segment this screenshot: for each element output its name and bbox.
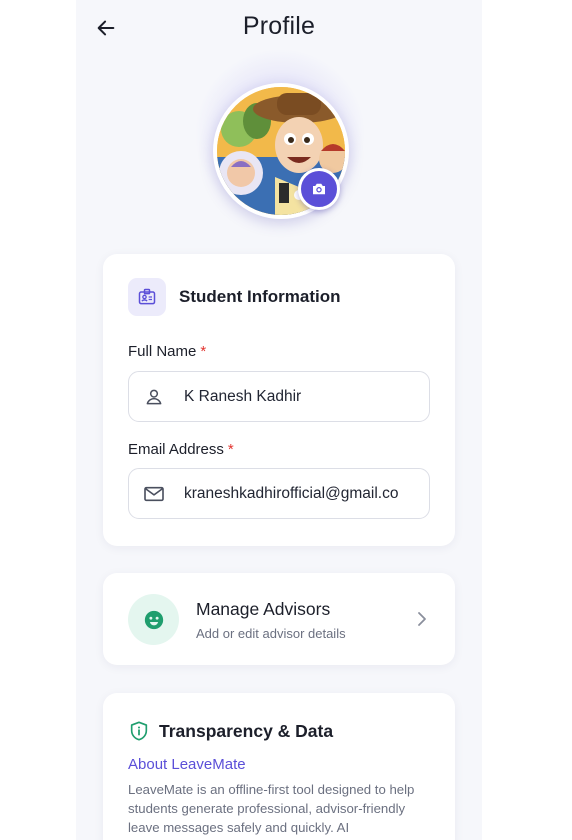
full-name-label-text: Full Name — [128, 343, 197, 360]
chevron-right-icon — [418, 612, 426, 626]
transparency-header: Transparency & Data — [128, 720, 333, 742]
student-information-title: Student Information — [179, 287, 341, 306]
manage-advisors-card[interactable]: Manage Advisors Add or edit advisor deta… — [103, 573, 455, 665]
email-label: Email Address * — [128, 441, 234, 458]
user-icon — [143, 386, 165, 408]
camera-icon — [313, 183, 325, 195]
email-value[interactable]: kraneshkadhirofficial@gmail.co — [184, 485, 398, 503]
id-badge-icon — [128, 278, 166, 316]
about-leavemate-link[interactable]: About LeaveMate — [128, 756, 246, 773]
shield-info-icon — [130, 721, 148, 741]
full-name-value[interactable]: K Ranesh Kadhir — [184, 388, 301, 406]
mail-icon — [143, 483, 165, 505]
smile-icon — [128, 594, 179, 645]
page-title: Profile — [242, 12, 316, 40]
student-information-card: Student Information Full Name * K Ranesh … — [103, 254, 455, 546]
profile-screen: Profile Student Information Full Name * … — [76, 0, 482, 840]
change-photo-button[interactable] — [298, 168, 340, 210]
full-name-label: Full Name * — [128, 343, 206, 360]
manage-advisors-subtitle: Add or edit advisor details — [196, 626, 346, 641]
about-leavemate-text: LeaveMate is an offline-first tool desig… — [128, 782, 415, 835]
transparency-card: Transparency & Data About LeaveMate Leav… — [103, 693, 455, 840]
manage-advisors-title: Manage Advisors — [196, 599, 331, 619]
email-label-text: Email Address — [128, 441, 224, 458]
full-name-field[interactable]: K Ranesh Kadhir — [128, 371, 430, 422]
transparency-title: Transparency & Data — [159, 720, 334, 741]
email-field[interactable]: kraneshkadhirofficial@gmail.co — [128, 468, 430, 519]
required-mark: * — [200, 343, 207, 360]
student-information-header: Student Information — [128, 278, 340, 316]
required-mark: * — [227, 441, 234, 458]
